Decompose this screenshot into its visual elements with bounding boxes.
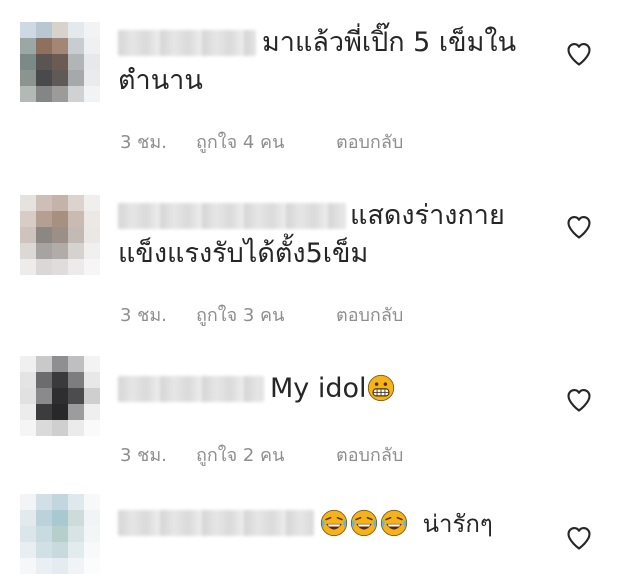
comment-meta: 3 ชม. ถูกใจ 3 คน ตอบกลับ — [0, 300, 640, 326]
username-redacted[interactable] — [118, 376, 264, 402]
comment-text-value: น่ารักๆ — [422, 510, 493, 538]
comment-text-continued: แข็งแรงรับได้ตั้ง5เข็ม — [118, 238, 369, 269]
heart-outline-icon[interactable] — [564, 524, 594, 552]
like-count[interactable]: ถูกใจ 4 คน — [196, 127, 284, 156]
reply-button[interactable]: ตอบกลับ — [336, 300, 403, 329]
tears-of-joy-emoji-icon — [350, 509, 378, 537]
comment-meta: 3 ชม. ถูกใจ 2 คน ตอบกลับ — [0, 440, 640, 466]
comment-text-continued: ตำนาน — [118, 65, 203, 96]
avatar[interactable] — [20, 356, 100, 436]
heart-outline-icon[interactable] — [564, 386, 594, 414]
comment-time[interactable]: 3 ชม. — [120, 127, 167, 156]
comment-time[interactable]: 3 ชม. — [120, 300, 167, 329]
comment-text: น่ารักๆ — [320, 505, 493, 543]
tears-of-joy-emoji-icon — [380, 509, 408, 537]
avatar[interactable] — [20, 22, 100, 102]
tears-of-joy-emoji-icon — [320, 509, 348, 537]
username-redacted[interactable] — [118, 30, 256, 56]
heart-outline-icon[interactable] — [564, 213, 594, 241]
avatar[interactable] — [20, 494, 100, 574]
reply-button[interactable]: ตอบกลับ — [336, 127, 403, 156]
username-redacted[interactable] — [118, 510, 314, 536]
username-redacted[interactable] — [118, 203, 346, 229]
like-count[interactable]: ถูกใจ 2 คน — [196, 440, 284, 469]
grimacing-face-emoji-icon — [367, 374, 395, 402]
reply-button[interactable]: ตอบกลับ — [336, 440, 403, 469]
avatar[interactable] — [20, 195, 100, 275]
comment-meta: 3 ชม. ถูกใจ 4 คน ตอบกลับ — [0, 127, 640, 153]
comment-text: มาแล้วพี่เปิ๊ก 5 เข็มใน — [262, 27, 517, 58]
comment-time[interactable]: 3 ชม. — [120, 440, 167, 469]
like-count[interactable]: ถูกใจ 3 คน — [196, 300, 284, 329]
heart-outline-icon[interactable] — [564, 40, 594, 68]
comment-text-value: My idol — [270, 373, 367, 404]
comment-text: แสดงร่างกาย — [350, 200, 505, 231]
comment-text: My idol — [270, 370, 397, 408]
